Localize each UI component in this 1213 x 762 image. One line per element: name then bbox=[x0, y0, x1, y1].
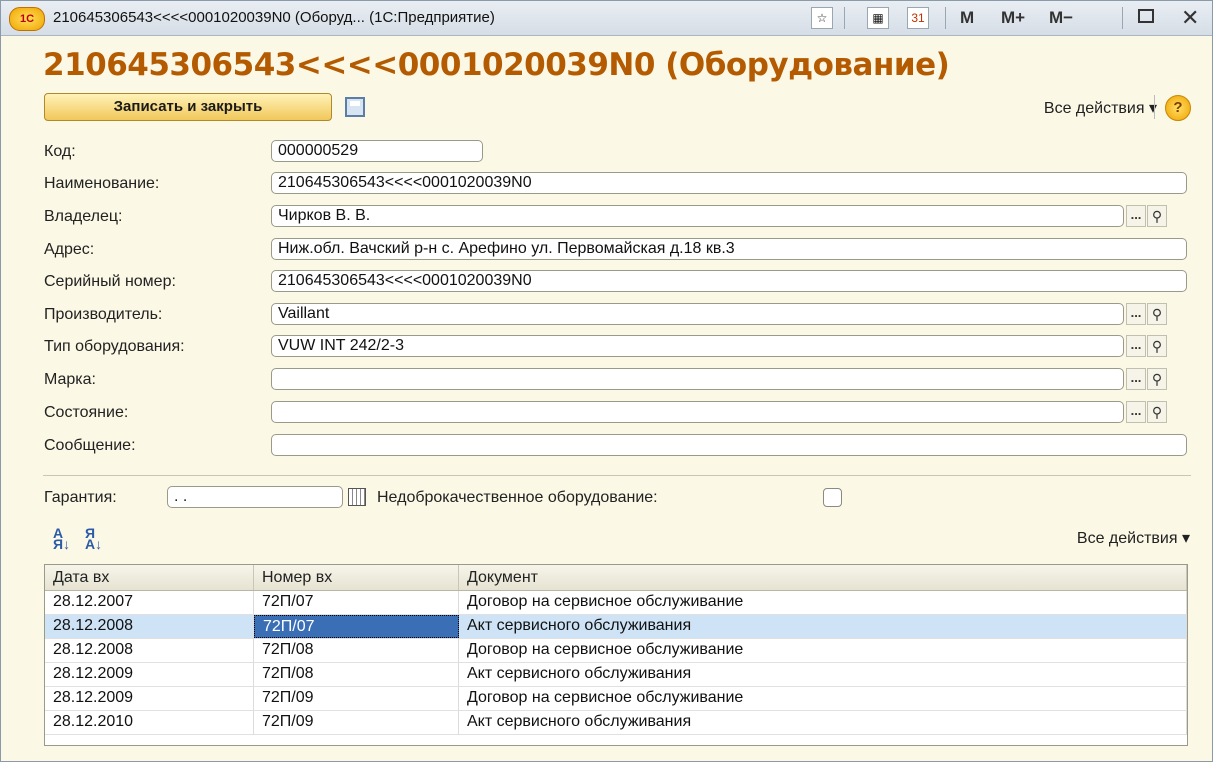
column-header-number[interactable]: Номер вх bbox=[254, 565, 459, 590]
calendar-picker-icon[interactable] bbox=[348, 488, 366, 506]
owner-field[interactable]: Чирков В. В. bbox=[271, 205, 1124, 227]
app-logo-icon: 1С bbox=[9, 7, 45, 31]
cell-document: Договор на сервисное обслуживание bbox=[459, 687, 1187, 710]
sort-descending-icon[interactable]: Я А↓ bbox=[85, 526, 102, 551]
table-row[interactable]: 28.12.2009 72П/09 Договор на сервисное о… bbox=[45, 687, 1187, 711]
documents-table: Дата вх Номер вх Документ 28.12.2007 72П… bbox=[44, 564, 1188, 746]
state-choose-button[interactable]: ... bbox=[1126, 401, 1146, 423]
owner-search-icon[interactable]: ⚲ bbox=[1147, 205, 1167, 227]
brand-field[interactable] bbox=[271, 368, 1124, 390]
cell-number: 72П/08 bbox=[254, 639, 459, 662]
table-all-actions-menu[interactable]: Все действия ▾ bbox=[1077, 528, 1190, 548]
equipment-type-field[interactable]: VUW INT 242/2-3 bbox=[271, 335, 1124, 357]
memory-m-button[interactable]: M bbox=[960, 8, 974, 28]
owner-label: Владелец: bbox=[44, 208, 123, 225]
state-field[interactable] bbox=[271, 401, 1124, 423]
toolbar-divider bbox=[945, 7, 946, 29]
serial-label: Серийный номер: bbox=[44, 273, 176, 290]
sort-ascending-icon[interactable]: А Я↓ bbox=[53, 526, 70, 551]
name-label: Наименование: bbox=[44, 175, 160, 192]
equipment-type-label: Тип оборудования: bbox=[44, 338, 185, 355]
serial-field[interactable]: 210645306543<<<<0001020039N0 bbox=[271, 270, 1187, 292]
toolbar-divider bbox=[844, 7, 845, 29]
code-field[interactable]: 000000529 bbox=[271, 140, 483, 162]
help-icon[interactable]: ? bbox=[1165, 95, 1191, 121]
save-icon[interactable] bbox=[345, 97, 365, 117]
table-row[interactable]: 28.12.2008 72П/08 Договор на сервисное о… bbox=[45, 639, 1187, 663]
section-divider bbox=[43, 475, 1191, 476]
cell-number: 72П/09 bbox=[254, 711, 459, 734]
calculator-icon[interactable]: ▦ bbox=[867, 7, 889, 29]
cell-number-focused[interactable]: 72П/07 bbox=[254, 615, 459, 638]
table-header: Дата вх Номер вх Документ bbox=[45, 565, 1187, 591]
brand-label: Марка: bbox=[44, 371, 96, 388]
cell-number: 72П/08 bbox=[254, 663, 459, 686]
state-label: Состояние: bbox=[44, 404, 129, 421]
cell-date: 28.12.2009 bbox=[45, 687, 254, 710]
cell-document: Акт сервисного обслуживания bbox=[459, 663, 1187, 686]
command-bar-divider bbox=[1154, 95, 1155, 119]
cell-document: Договор на сервисное обслуживание bbox=[459, 639, 1187, 662]
equipment-type-choose-button[interactable]: ... bbox=[1126, 335, 1146, 357]
table-row[interactable]: 28.12.2010 72П/09 Акт сервисного обслужи… bbox=[45, 711, 1187, 735]
owner-choose-button[interactable]: ... bbox=[1126, 205, 1146, 227]
column-header-document[interactable]: Документ bbox=[459, 565, 1187, 590]
title-bar: 1С 210645306543<<<<0001020039N0 (Оборуд.… bbox=[1, 1, 1212, 36]
warranty-date-field[interactable]: . . bbox=[167, 486, 343, 508]
cell-document: Акт сервисного обслуживания bbox=[459, 711, 1187, 734]
manufacturer-search-icon[interactable]: ⚲ bbox=[1147, 303, 1167, 325]
cell-date: 28.12.2008 bbox=[45, 615, 254, 638]
manufacturer-label: Производитель: bbox=[44, 306, 163, 323]
table-row[interactable]: 28.12.2007 72П/07 Договор на сервисное о… bbox=[45, 591, 1187, 615]
maximize-icon[interactable] bbox=[1138, 9, 1154, 23]
cell-number: 72П/07 bbox=[254, 591, 459, 614]
favorite-icon[interactable]: ☆ bbox=[811, 7, 833, 29]
equipment-type-search-icon[interactable]: ⚲ bbox=[1147, 335, 1167, 357]
cell-date: 28.12.2010 bbox=[45, 711, 254, 734]
page-title: 210645306543<<<<0001020039N0 (Оборудован… bbox=[43, 47, 950, 83]
cell-date: 28.12.2008 bbox=[45, 639, 254, 662]
cell-date: 28.12.2009 bbox=[45, 663, 254, 686]
memory-plus-button[interactable]: M+ bbox=[1001, 8, 1025, 28]
save-and-close-button[interactable]: Записать и закрыть bbox=[44, 93, 332, 121]
warranty-label: Гарантия: bbox=[44, 489, 117, 506]
form-window: 1С 210645306543<<<<0001020039N0 (Оборуд.… bbox=[0, 0, 1213, 762]
brand-choose-button[interactable]: ... bbox=[1126, 368, 1146, 390]
defective-label: Недоброкачественное оборудование: bbox=[377, 489, 658, 506]
toolbar-divider bbox=[1122, 7, 1123, 29]
brand-search-icon[interactable]: ⚲ bbox=[1147, 368, 1167, 390]
cell-number: 72П/09 bbox=[254, 687, 459, 710]
column-header-date[interactable]: Дата вх bbox=[45, 565, 254, 590]
table-row-selected[interactable]: 28.12.2008 72П/07 Акт сервисного обслужи… bbox=[45, 615, 1187, 639]
table-row[interactable]: 28.12.2009 72П/08 Акт сервисного обслужи… bbox=[45, 663, 1187, 687]
memory-minus-button[interactable]: M− bbox=[1049, 8, 1073, 28]
address-label: Адрес: bbox=[44, 241, 95, 258]
code-label: Код: bbox=[44, 143, 76, 160]
name-field[interactable]: 210645306543<<<<0001020039N0 bbox=[271, 172, 1187, 194]
message-label: Сообщение: bbox=[44, 437, 136, 454]
defective-checkbox[interactable] bbox=[823, 488, 842, 507]
manufacturer-field[interactable]: Vaillant bbox=[271, 303, 1124, 325]
calendar-icon[interactable]: 31 bbox=[907, 7, 929, 29]
all-actions-menu[interactable]: Все действия ▾ bbox=[1044, 98, 1157, 118]
cell-document: Договор на сервисное обслуживание bbox=[459, 591, 1187, 614]
manufacturer-choose-button[interactable]: ... bbox=[1126, 303, 1146, 325]
window-title: 210645306543<<<<0001020039N0 (Оборуд... … bbox=[53, 9, 495, 26]
cell-document: Акт сервисного обслуживания bbox=[459, 615, 1187, 638]
address-field[interactable]: Ниж.обл. Вачский р-н с. Арефино ул. Перв… bbox=[271, 238, 1187, 260]
close-icon[interactable]: ✕ bbox=[1181, 5, 1199, 31]
message-field[interactable] bbox=[271, 434, 1187, 456]
state-search-icon[interactable]: ⚲ bbox=[1147, 401, 1167, 423]
cell-date: 28.12.2007 bbox=[45, 591, 254, 614]
